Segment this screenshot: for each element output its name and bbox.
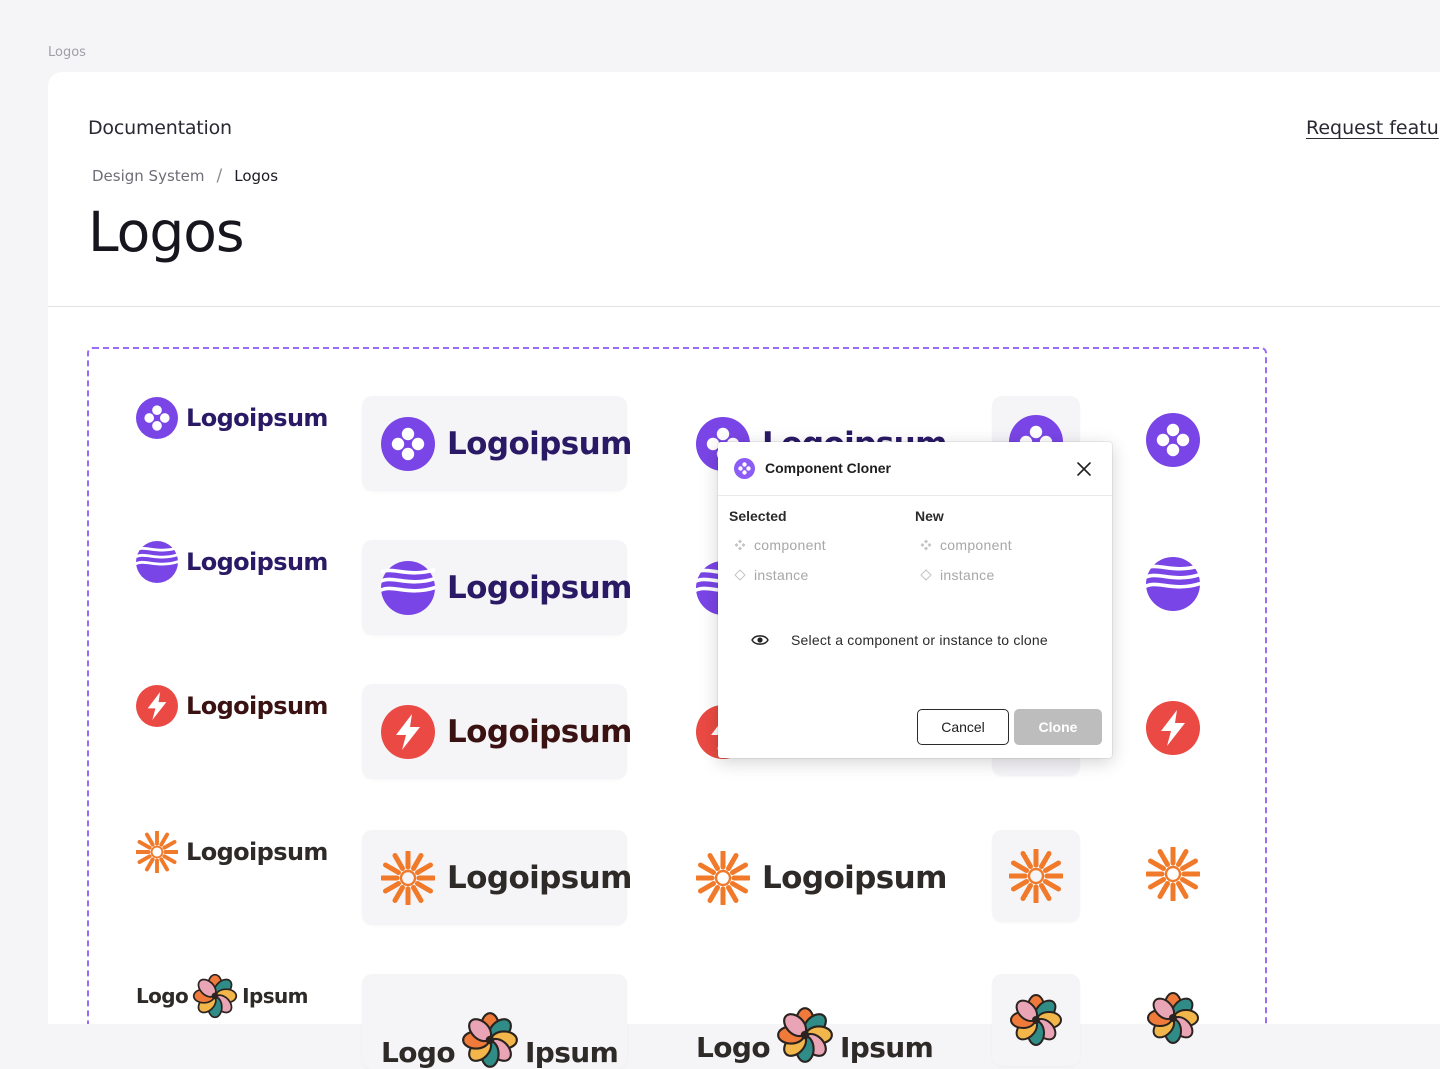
logo-icon-wave[interactable] — [1145, 556, 1201, 612]
component-cloner-dialog: Component Cloner Selected New component … — [718, 442, 1112, 758]
logo-icon-flower[interactable] — [1145, 990, 1201, 1046]
dots-logo-icon — [1146, 413, 1200, 467]
breadcrumb-separator: / — [216, 166, 223, 186]
bolt-logo-icon — [1146, 701, 1200, 755]
logo-large-sun[interactable]: Logoipsum — [696, 836, 956, 920]
logo-small-dots[interactable]: Logoipsum — [136, 394, 328, 442]
sun-logo-icon — [1146, 847, 1200, 901]
logo-icon-card-sun[interactable] — [992, 830, 1080, 922]
wave-logo-icon — [136, 541, 178, 583]
bolt-logo-icon — [381, 704, 435, 759]
breadcrumb-current: Logos — [234, 167, 279, 185]
new-component: component — [920, 537, 1012, 553]
close-icon[interactable] — [1074, 459, 1094, 479]
dialog-header: Component Cloner — [718, 442, 1112, 496]
instance-icon — [734, 569, 746, 581]
logo-card-wave[interactable]: Logoipsum — [362, 540, 632, 635]
logo-card-sun[interactable]: Logoipsum — [362, 830, 632, 925]
new-component-label: component — [940, 537, 1012, 553]
sun-logo-icon — [136, 831, 178, 873]
logo-icon-dots[interactable] — [1145, 412, 1201, 468]
dots-logo-icon — [136, 397, 178, 439]
flower-logo-icon — [1146, 991, 1200, 1045]
flower-logo-icon — [1009, 993, 1063, 1047]
component-cloner-icon — [734, 458, 755, 479]
new-instance: instance — [920, 567, 995, 583]
logo-icon-sun[interactable] — [1145, 846, 1201, 902]
logo-card-bolt[interactable]: Logoipsum — [362, 684, 632, 779]
logo-icon-bolt[interactable] — [1145, 700, 1201, 756]
logo-wordmark: Logoipsum — [447, 859, 632, 896]
page-title: Logos — [88, 200, 245, 264]
wave-logo-icon — [381, 560, 435, 615]
logo-wordmark: Logoipsum — [186, 692, 328, 720]
eye-icon — [751, 635, 769, 645]
logo-wordmark-right: Ipsum — [839, 1031, 934, 1064]
flower-logo-icon — [776, 1006, 834, 1064]
flower-logo-icon — [192, 973, 238, 1019]
logo-wordmark: Logoipsum — [186, 838, 328, 866]
logo-wordmark: Logoipsum — [186, 404, 328, 432]
logo-wordmark-left: Logo — [381, 1036, 456, 1069]
dots-logo-icon — [381, 416, 435, 471]
header-divider — [48, 306, 1440, 307]
logo-wordmark-left: Logo — [696, 1031, 771, 1064]
logo-wordmark: Logoipsum — [447, 713, 632, 750]
selected-component-label: component — [754, 537, 826, 553]
bolt-logo-icon — [136, 685, 178, 727]
sun-logo-icon — [696, 851, 750, 905]
dialog-title: Component Cloner — [765, 460, 891, 476]
clone-button[interactable]: Clone — [1014, 709, 1102, 745]
cancel-button[interactable]: Cancel — [917, 709, 1009, 745]
wave-logo-icon — [1146, 557, 1200, 611]
logo-small-sun[interactable]: Logoipsum — [136, 828, 328, 876]
new-header: New — [915, 508, 944, 524]
logo-wordmark: Logoipsum — [447, 569, 632, 606]
breadcrumb: Design System / Logos — [92, 166, 278, 186]
logo-icon-card-flower[interactable] — [992, 974, 1080, 1066]
select-hint: Select a component or instance to clone — [751, 632, 1048, 648]
component-icon — [734, 539, 746, 551]
component-icon — [920, 539, 932, 551]
logo-wordmark: Logoipsum — [762, 860, 947, 896]
logo-small-flower[interactable]: Logo Ipsum — [136, 972, 326, 1020]
selected-instance: instance — [734, 567, 809, 583]
logo-wordmark-left: Logo — [136, 984, 189, 1008]
logo-wordmark-right: Ipsum — [524, 1036, 619, 1069]
logo-small-wave[interactable]: Logoipsum — [136, 538, 328, 586]
new-instance-label: instance — [940, 567, 995, 583]
selected-header: Selected — [729, 508, 787, 524]
frame-label: Logos — [48, 45, 86, 60]
selected-component: component — [734, 537, 826, 553]
sun-logo-icon — [1009, 849, 1063, 903]
logo-card-dots[interactable]: Logoipsum — [362, 396, 632, 491]
documentation-link[interactable]: Documentation — [88, 117, 232, 139]
logo-wordmark: Logoipsum — [186, 548, 328, 576]
logo-small-bolt[interactable]: Logoipsum — [136, 682, 328, 730]
sun-logo-icon — [381, 850, 435, 905]
breadcrumb-design-system[interactable]: Design System — [92, 167, 205, 185]
logo-large-flower[interactable]: Logo Ipsum — [696, 980, 956, 1064]
logo-wordmark-right: Ipsum — [242, 984, 308, 1008]
selected-instance-label: instance — [754, 567, 809, 583]
instance-icon — [920, 569, 932, 581]
logo-card-flower[interactable]: Logo Ipsum — [362, 974, 627, 1069]
select-hint-text: Select a component or instance to clone — [791, 632, 1048, 648]
logo-wordmark: Logoipsum — [447, 425, 632, 462]
flower-logo-icon — [461, 1011, 519, 1069]
request-feature-link[interactable]: Request featu — [1306, 117, 1439, 139]
